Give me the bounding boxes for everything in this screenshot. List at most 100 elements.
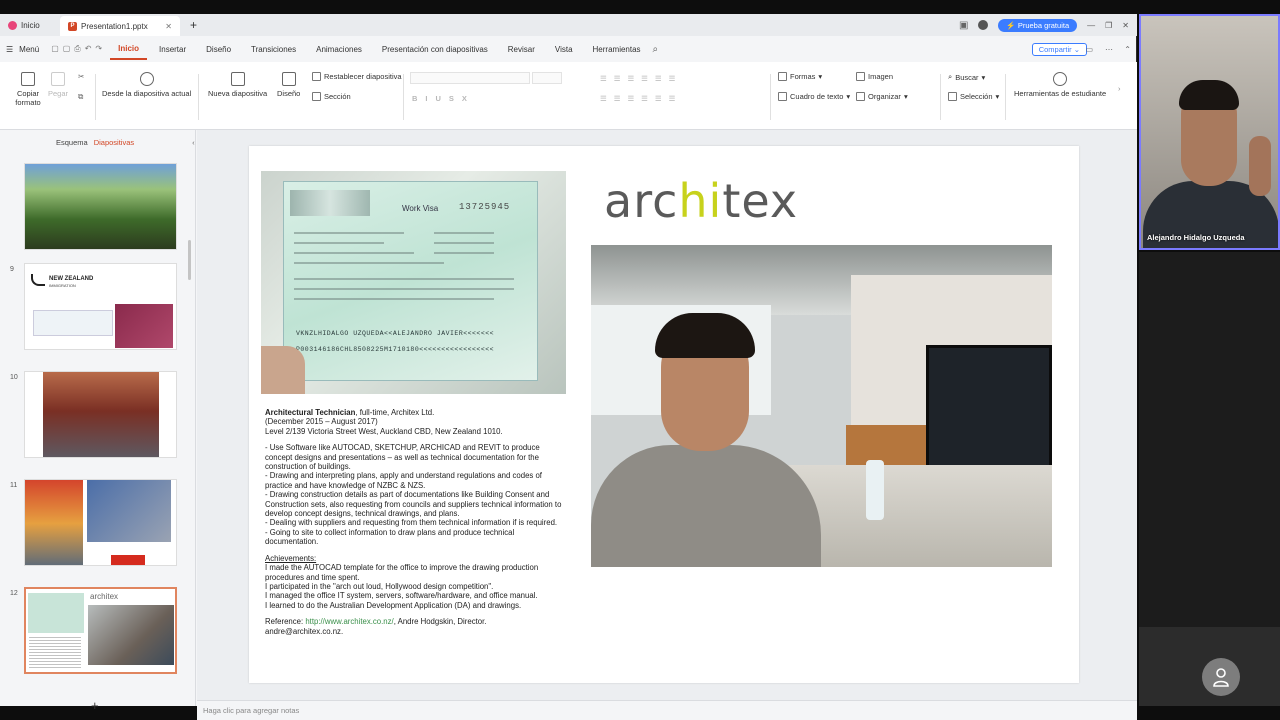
comment-icon[interactable]: ▭ <box>1085 45 1093 54</box>
tab-animaciones[interactable]: Animaciones <box>308 38 370 60</box>
new-tab-icon[interactable]: + <box>190 18 197 32</box>
copy-icon[interactable]: ⧉ <box>78 92 83 102</box>
visa-thumb-image <box>28 593 84 633</box>
image-button[interactable]: Imagen <box>856 72 893 81</box>
collapse-panel-icon[interactable]: ‹ <box>192 138 195 147</box>
format-painter-icon <box>21 72 35 86</box>
visa-field-line <box>434 242 494 244</box>
duty-item: - Use Software like AUTOCAD, SKETCHUP, A… <box>265 443 540 472</box>
layout-toggle-icon[interactable]: ▣ <box>959 20 968 31</box>
group-photo-image <box>43 372 159 457</box>
section-button[interactable]: Sección <box>312 92 351 101</box>
select-button[interactable]: Selección ▾ <box>948 92 999 101</box>
cut-icon[interactable]: ✂ <box>78 72 84 81</box>
thumb-finger-image <box>261 346 305 394</box>
selfie-thumb-image <box>88 605 174 665</box>
person-jacket <box>591 445 821 567</box>
notes-area[interactable]: Haga clic para agregar notas <box>197 700 1137 720</box>
tab-insertar[interactable]: Insertar <box>151 38 194 60</box>
close-tab-icon[interactable]: ✕ <box>165 22 172 31</box>
tab-outline[interactable]: Esquema <box>56 138 88 147</box>
tab-vista[interactable]: Vista <box>547 38 581 60</box>
achievement-item: I participated in the "arch out loud, Ho… <box>265 581 494 591</box>
share-label: Compartir <box>1038 44 1072 54</box>
arrange-button[interactable]: Organizar ▾ <box>856 92 908 101</box>
font-name-select[interactable] <box>410 72 530 84</box>
add-slide-icon[interactable]: + <box>91 698 99 713</box>
panel-tabs: Esquema Diapositivas ‹ <box>0 138 196 147</box>
visa-field-line <box>294 288 514 290</box>
find-button[interactable]: ⌕ Buscar ▾ <box>948 72 985 82</box>
trial-button[interactable]: ⚡ Prueba gratuita <box>998 18 1078 32</box>
tab-presentacion[interactable]: Presentación con diapositivas <box>374 38 496 60</box>
tab-herramientas[interactable]: Herramientas <box>585 38 649 60</box>
minimize-icon[interactable]: — <box>1087 21 1095 30</box>
slide-thumbnail-12-selected[interactable]: architex <box>24 587 177 674</box>
share-button[interactable]: Compartir ⌄ <box>1031 42 1087 56</box>
collapse-ribbon-icon[interactable]: ⌃ <box>1124 45 1131 54</box>
menu-button[interactable]: Menú <box>17 38 47 60</box>
tab-inicio[interactable]: Inicio <box>110 38 148 60</box>
textbox-button[interactable]: Cuadro de texto ▾ <box>778 92 850 101</box>
layout-button[interactable]: Diseño <box>277 72 300 98</box>
visa-field-line <box>294 252 414 254</box>
paragraph-buttons[interactable]: ☰☰☰☰☰☰ <box>600 74 682 83</box>
close-window-icon[interactable]: ✕ <box>1122 21 1129 30</box>
font-format-buttons[interactable]: BIUSX <box>412 94 475 103</box>
play-icon <box>139 72 154 86</box>
copy-format-button[interactable]: Copiar formato <box>12 72 44 107</box>
text-thumb-lines <box>29 637 81 669</box>
profile-button[interactable] <box>1202 658 1240 696</box>
font-size-select[interactable] <box>532 72 562 84</box>
visa-hologram <box>290 190 370 216</box>
tab-transiciones[interactable]: Transiciones <box>243 38 304 60</box>
reference-label: Reference: <box>265 617 306 627</box>
slide-thumbnail-9[interactable]: NEW ZEALAND IMMIGRATION <box>24 263 177 350</box>
participant-video-tile[interactable]: Alejandro Hidalgo Uzqueda <box>1139 14 1280 250</box>
paste-button[interactable]: Pegar <box>48 72 68 98</box>
hamburger-menu-icon[interactable]: ☰ <box>6 45 13 54</box>
slide-thumbnail[interactable] <box>24 163 177 250</box>
tab-diseno[interactable]: Diseño <box>198 38 239 60</box>
select-icon <box>948 92 957 101</box>
current-slide[interactable]: Work Visa 13725945 VKNZLHIDALGO UZQUEDA<… <box>249 146 1079 683</box>
restore-icon[interactable]: ❐ <box>1105 21 1112 30</box>
ribbon-scroll-right-icon[interactable]: › <box>1118 84 1121 93</box>
tab-revisar[interactable]: Revisar <box>500 38 543 60</box>
panel-scrollbar[interactable] <box>188 240 191 280</box>
trial-label: Prueba gratuita <box>1017 20 1070 30</box>
nz-title: NEW ZEALAND <box>49 276 94 282</box>
slide-thumbnail-11[interactable] <box>24 479 177 566</box>
visa-number: 13725945 <box>459 202 511 212</box>
new-slide-button[interactable]: Nueva diapositiva <box>208 72 267 98</box>
separator <box>403 74 404 120</box>
student-tools-button[interactable]: Herramientas de estudiante <box>1014 72 1106 98</box>
duty-item: - Going to site to collect information t… <box>265 527 515 547</box>
separator <box>198 74 199 120</box>
slide-thumbnail-10[interactable] <box>24 371 177 458</box>
job-dates: (December 2015 – August 2017) <box>265 417 378 427</box>
tab-slides[interactable]: Diapositivas <box>94 138 134 147</box>
job-description-text: Architectural Technician, full-time, Arc… <box>265 408 565 636</box>
shapes-button[interactable]: Formas ▾ <box>778 72 822 81</box>
tab-home[interactable]: Inicio <box>0 14 60 36</box>
monitor-image <box>926 345 1052 485</box>
more-icon[interactable]: ⋯ <box>1105 45 1113 54</box>
job-employer: , full-time, Architex Ltd. <box>355 408 435 417</box>
water-bottle <box>866 460 884 520</box>
student-tools-label: Herramientas de estudiante <box>1014 89 1107 98</box>
tab-document[interactable]: P Presentation1.pptx ✕ <box>60 16 180 36</box>
reference-link[interactable]: http://www.architex.co.nz/ <box>305 617 393 626</box>
search-icon[interactable]: ⌕ <box>653 44 659 55</box>
logo-part: tex <box>722 174 799 228</box>
new-slide-label: Nueva diapositiva <box>208 89 268 98</box>
alignment-buttons[interactable]: ☰☰☰☰☰☰ <box>600 94 682 103</box>
user-avatar-icon[interactable] <box>978 20 989 30</box>
file-tools-icons[interactable]: ▢▢⎙↶↷ <box>51 44 106 54</box>
reset-slide-button[interactable]: Restablecer diapositiva <box>312 72 402 81</box>
image-label: Imagen <box>868 72 894 81</box>
from-current-slide-button[interactable]: Desde la diapositiva actual <box>102 72 191 98</box>
notes-placeholder: Haga clic para agregar notas <box>203 706 300 715</box>
